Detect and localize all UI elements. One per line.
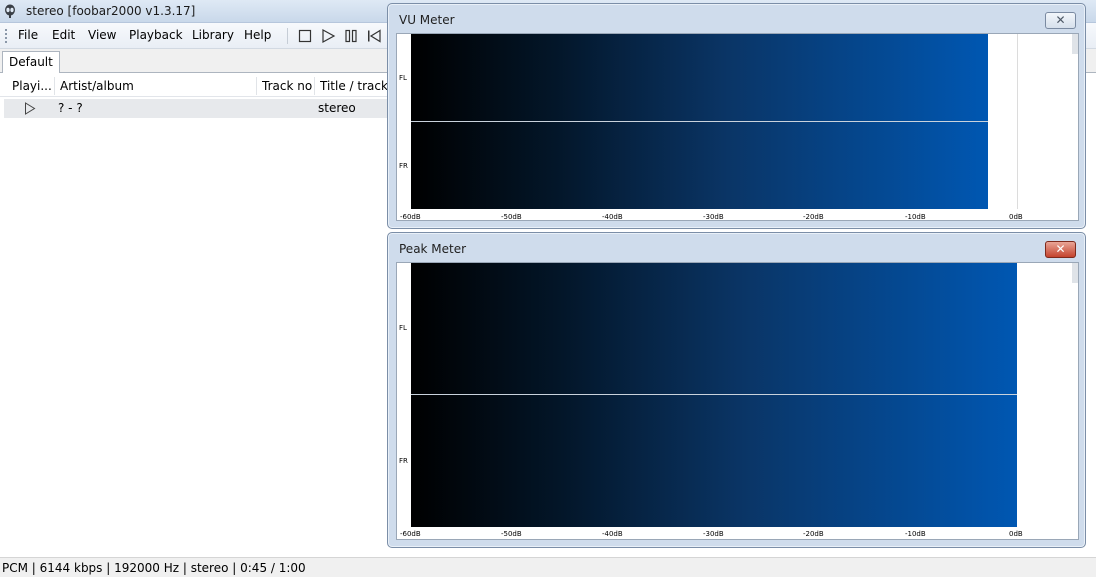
playlist-column-header: Playi... Artist/album Track no Title / t… <box>0 75 390 97</box>
status-text: PCM | 6144 kbps | 192000 Hz | stereo | 0… <box>2 561 306 575</box>
stop-button[interactable] <box>296 27 314 45</box>
scale-label: -10dB <box>905 213 926 221</box>
tab-default[interactable]: Default <box>2 51 60 73</box>
peak-meter-window[interactable]: Peak Meter ✕ FL FR -60dB -50dB -40dB -30… <box>387 232 1086 548</box>
scale-label: 0dB <box>1009 530 1023 538</box>
scale-label: -20dB <box>803 530 824 538</box>
play-button[interactable] <box>319 27 337 45</box>
menu-library[interactable]: Library <box>192 28 234 42</box>
channel-label-fl: FL <box>399 324 407 332</box>
scale-label: -60dB <box>400 530 421 538</box>
window-title: stereo [foobar2000 v1.3.17] <box>26 4 196 18</box>
close-icon: ✕ <box>1055 242 1066 256</box>
toolbar-separator <box>287 28 288 44</box>
peak-meter-bar <box>411 263 1017 527</box>
pause-icon <box>345 29 357 43</box>
scale-label: -50dB <box>501 213 522 221</box>
peak-meter-close-button[interactable]: ✕ <box>1045 241 1076 258</box>
menu-playback[interactable]: Playback <box>129 28 183 42</box>
vu-meter-close-button[interactable]: ✕ <box>1045 12 1076 29</box>
foobar-app-icon <box>5 4 15 18</box>
statusbar: PCM | 6144 kbps | 192000 Hz | stereo | 0… <box>0 557 1096 577</box>
previous-icon <box>368 29 381 43</box>
menu-view[interactable]: View <box>88 28 116 42</box>
scale-label: -30dB <box>703 530 724 538</box>
column-title[interactable]: Title / track a <box>320 79 390 93</box>
peak-meter-title: Peak Meter <box>399 242 467 256</box>
peak-meter-scrollbar[interactable] <box>1072 263 1078 283</box>
playlist-row[interactable]: ? - ? stereo <box>4 99 390 118</box>
row-title: stereo <box>318 101 356 115</box>
channel-label-fr: FR <box>399 457 408 465</box>
menu-file[interactable]: File <box>18 28 38 42</box>
column-playing[interactable]: Playi... <box>12 79 52 93</box>
scale-label: -10dB <box>905 530 926 538</box>
menu-edit[interactable]: Edit <box>52 28 75 42</box>
previous-button[interactable] <box>365 27 383 45</box>
scale-label: -40dB <box>602 530 623 538</box>
channel-separator <box>411 394 1017 395</box>
channel-separator <box>411 121 988 122</box>
play-outline-icon <box>25 102 36 115</box>
column-divider[interactable] <box>256 77 257 95</box>
vu-meter-scrollbar[interactable] <box>1072 34 1078 54</box>
menubar-grip-icon[interactable] <box>5 29 8 43</box>
scale-label: 0dB <box>1009 213 1023 221</box>
scale-label: -50dB <box>501 530 522 538</box>
vu-meter-title: VU Meter <box>399 13 455 27</box>
peak-meter-display: FL FR -60dB -50dB -40dB -30dB -20dB -10d… <box>396 262 1079 540</box>
channel-label-fl: FL <box>399 74 407 82</box>
column-divider[interactable] <box>54 77 55 95</box>
scale-label: -40dB <box>602 213 623 221</box>
vu-meter-display: FL FR -60dB -50dB -40dB -30dB -20dB -10d… <box>396 33 1079 221</box>
scale-label: -60dB <box>400 213 421 221</box>
scale-label: -20dB <box>803 213 824 221</box>
pause-button[interactable] <box>342 27 360 45</box>
channel-label-fr: FR <box>399 162 408 170</box>
play-icon <box>322 28 336 44</box>
zero-db-line <box>1017 34 1018 209</box>
close-icon: ✕ <box>1055 13 1066 27</box>
scale-label: -30dB <box>703 213 724 221</box>
menu-help[interactable]: Help <box>244 28 271 42</box>
column-divider[interactable] <box>314 77 315 95</box>
column-artist-album[interactable]: Artist/album <box>60 79 255 93</box>
vu-meter-window[interactable]: VU Meter ✕ FL FR -60dB -50dB -40dB -30dB… <box>387 3 1086 229</box>
column-track-no[interactable]: Track no <box>262 79 314 93</box>
stop-icon <box>298 29 312 43</box>
row-artist-album: ? - ? <box>58 101 83 115</box>
